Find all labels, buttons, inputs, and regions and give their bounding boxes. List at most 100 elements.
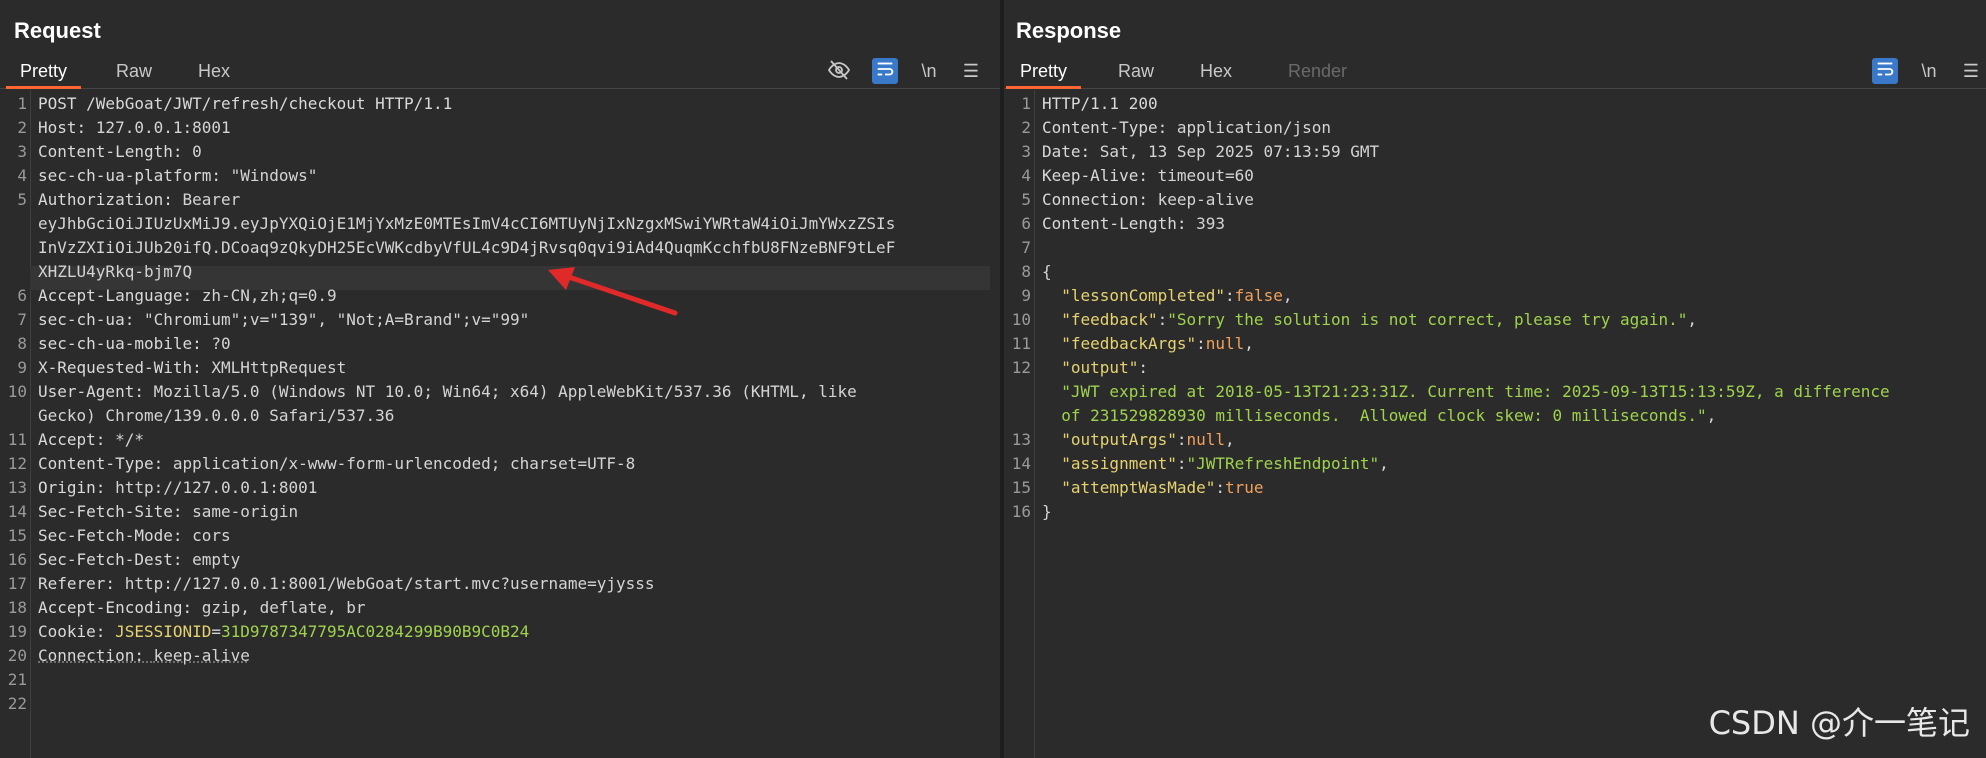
request-line: Accept-Encoding: gzip, deflate, br xyxy=(38,596,990,620)
response-line: { xyxy=(1042,260,1976,284)
response-line: Connection: keep-alive xyxy=(1042,188,1976,212)
line-number: 13 xyxy=(7,478,27,497)
request-tab-hex[interactable]: Hex xyxy=(184,54,244,86)
request-pane: Request Pretty Raw Hex \n ☰ 1 2 3 4 5 6 7 8 9 10 1… xyxy=(0,0,1000,758)
response-line: } xyxy=(1042,500,1976,524)
request-line: Accept: */* xyxy=(38,428,990,452)
eye-slash-icon[interactable] xyxy=(826,58,852,84)
json-key: "feedbackArgs" xyxy=(1061,334,1197,353)
header-name: Keep-Alive: xyxy=(1042,166,1158,185)
request-tab-raw[interactable]: Raw xyxy=(102,54,166,86)
response-editor[interactable]: 1 2 3 4 5 6 7 8 9 10 11 12 13 14 15 16 HTTP/1.1 200 Cont… xyxy=(1004,90,1986,758)
json-key: "output" xyxy=(1061,358,1139,377)
response-tab-hex[interactable]: Hex xyxy=(1186,54,1246,86)
line-number: 15 xyxy=(7,526,27,545)
json-key: "lessonCompleted" xyxy=(1061,286,1226,305)
wrap-icon[interactable] xyxy=(1872,58,1898,84)
response-line: Content-Length: 393 xyxy=(1042,212,1976,236)
line-number: 16 xyxy=(1011,502,1031,521)
response-line: "output": xyxy=(1042,356,1976,380)
line-number: 14 xyxy=(1011,454,1031,473)
cookie-name: JSESSIONID xyxy=(115,622,212,641)
line-number: 11 xyxy=(7,430,27,449)
line-number: 3 xyxy=(1021,142,1031,161)
response-gutter: 1 2 3 4 5 6 7 8 9 10 11 12 13 14 15 16 xyxy=(1004,90,1035,758)
hamburger-icon[interactable]: ☰ xyxy=(1958,58,1984,84)
header-name: Date: xyxy=(1042,142,1100,161)
request-tabbar: Pretty Raw Hex \n ☰ xyxy=(0,54,1000,89)
header-value: 0 xyxy=(192,142,202,161)
request-line: XHZLU4yRkq-bjm7Q xyxy=(38,260,990,284)
line-number: 16 xyxy=(7,550,27,569)
header-value: timeout=60 xyxy=(1157,166,1254,185)
response-line: "feedbackArgs":null, xyxy=(1042,332,1976,356)
header-value-continued: InVzZXIiOiJUb20ifQ.DCoaq9zQkyDH25EcVWKcd… xyxy=(38,238,896,257)
request-line: Content-Length: 0 xyxy=(38,140,990,164)
response-line xyxy=(1042,236,1976,260)
header-name: Referer: xyxy=(38,574,125,593)
request-line: User-Agent: Mozilla/5.0 (Windows NT 10.0… xyxy=(38,380,990,404)
header-value: keep-alive xyxy=(1157,190,1254,209)
cookie-value: 31D9787347795AC0284299B90B9C0B24 xyxy=(221,622,530,641)
json-comma: , xyxy=(1706,406,1717,425)
request-tab-pretty[interactable]: Pretty xyxy=(6,54,82,89)
response-tab-raw[interactable]: Raw xyxy=(1104,54,1168,86)
response-pane: Response Pretty Raw Hex Render \n ☰ 1234… xyxy=(1004,0,1986,758)
json-value: "JWTRefreshEndpoint" xyxy=(1186,454,1380,473)
line-number: 19 xyxy=(7,622,27,641)
json-colon: : xyxy=(1196,334,1206,353)
header-name: Origin: xyxy=(38,478,116,497)
request-editor[interactable]: 1 2 3 4 5 6 7 8 9 10 11 12 13 14 15 16 17 18 19 20 21 22 POST… xyxy=(0,90,1000,758)
request-code[interactable]: POST /WebGoat/JWT/refresh/checkout HTTP/… xyxy=(30,90,1000,758)
response-line: Keep-Alive: timeout=60 xyxy=(1042,164,1976,188)
response-code[interactable]: HTTP/1.1 200 Content-Type: application/js… xyxy=(1034,90,1986,758)
line-number: 9 xyxy=(17,358,27,377)
response-line: "lessonCompleted":false, xyxy=(1042,284,1976,308)
newline-toggle[interactable]: \n xyxy=(916,58,942,84)
request-line: sec-ch-ua-mobile: ?0 xyxy=(38,332,990,356)
header-value: application/x-www-form-urlencoded; chars… xyxy=(172,454,636,473)
header-name: User-Agent: xyxy=(38,382,154,401)
header-name: Content-Length: xyxy=(1042,214,1197,233)
json-comma: , xyxy=(1282,286,1293,305)
request-line: X-Requested-With: XMLHttpRequest xyxy=(38,356,990,380)
line-number: 9 xyxy=(1021,286,1031,305)
response-line: "assignment":"JWTRefreshEndpoint", xyxy=(1042,452,1976,476)
line-number: 17 xyxy=(7,574,27,593)
response-line: "outputArgs":null, xyxy=(1042,428,1976,452)
request-line: Content-Type: application/x-www-form-url… xyxy=(38,452,990,476)
line-number: 12 xyxy=(1011,358,1031,377)
request-title: Request xyxy=(14,18,101,43)
line-number: 3 xyxy=(17,142,27,161)
header-name: Accept-Language: xyxy=(38,286,202,305)
json-colon: : xyxy=(1138,358,1148,377)
request-line-text: POST /WebGoat/JWT/refresh/checkout HTTP/… xyxy=(38,94,453,113)
hamburger-icon[interactable]: ☰ xyxy=(958,58,984,84)
json-value: "Sorry the solution is not correct, plea… xyxy=(1167,310,1688,329)
header-name: Sec-Fetch-Mode: xyxy=(38,526,193,545)
request-line: sec-ch-ua-platform: "Windows" xyxy=(38,164,990,188)
response-tab-pretty[interactable]: Pretty xyxy=(1006,54,1082,89)
header-value-continued: XHZLU4yRkq-bjm7Q xyxy=(38,262,193,281)
response-tabbar: Pretty Raw Hex Render \n ☰ xyxy=(1004,54,1986,89)
line-number: 4 xyxy=(17,166,27,185)
header-name: Connection: xyxy=(38,646,154,665)
header-name: Cookie: xyxy=(38,622,116,641)
line-number: 4 xyxy=(1021,166,1031,185)
header-value: cors xyxy=(192,526,231,545)
json-value: null xyxy=(1186,430,1226,449)
json-key: "assignment" xyxy=(1061,454,1177,473)
header-value: application/json xyxy=(1176,118,1331,137)
header-value: keep-alive xyxy=(153,646,250,665)
wrap-icon[interactable] xyxy=(872,58,898,84)
header-value: Sat, 13 Sep 2025 07:13:59 GMT xyxy=(1099,142,1380,161)
json-comma: , xyxy=(1687,310,1698,329)
line-number: 6 xyxy=(1021,214,1031,233)
response-tab-render[interactable]: Render xyxy=(1274,54,1361,86)
newline-toggle[interactable]: \n xyxy=(1916,58,1942,84)
